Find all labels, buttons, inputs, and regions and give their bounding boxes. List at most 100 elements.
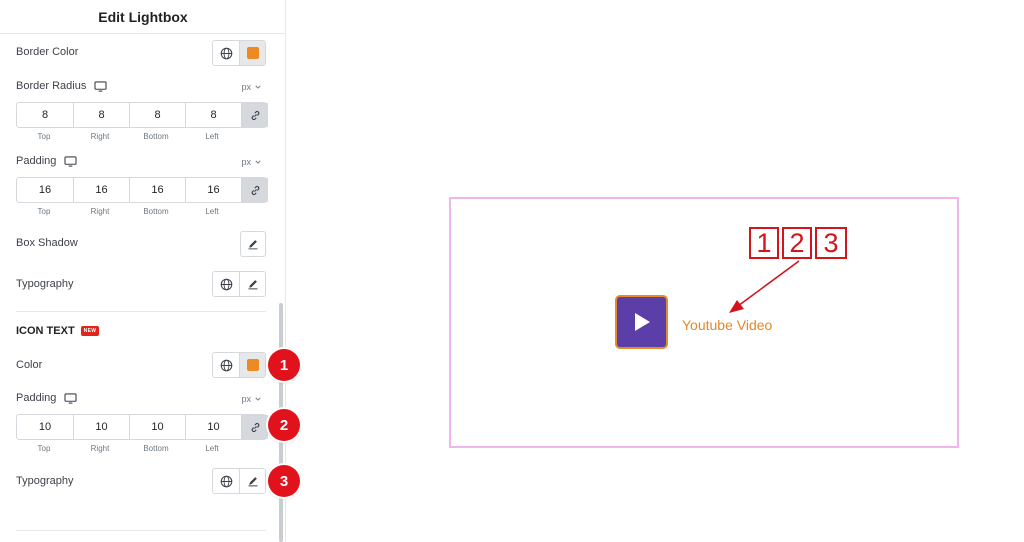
icon-text-typography-edit-button[interactable]: [239, 469, 265, 493]
border-radius-right-input[interactable]: 8: [73, 103, 129, 127]
padding-unit: px: [241, 157, 251, 167]
border-radius-top-input[interactable]: 8: [17, 103, 73, 127]
icon-text-padding-bottom-input[interactable]: 10: [129, 415, 185, 439]
dim-label-top: Top: [37, 444, 51, 453]
border-radius-unit-select[interactable]: px: [241, 82, 261, 92]
icon-text-padding-unit: px: [241, 394, 251, 404]
chevron-down-icon: [255, 160, 261, 164]
padding-label: Padding: [16, 155, 77, 167]
global-typography-button[interactable]: [213, 272, 239, 296]
icon-text-padding-label: Padding: [16, 392, 77, 404]
section-divider: [16, 311, 266, 312]
icon-text-color-label-text: Color: [16, 359, 43, 371]
globe-icon: [220, 475, 232, 487]
icon-text-typography-label: Typography: [16, 475, 73, 487]
link-icon: [251, 422, 259, 432]
dim-label-top: Top: [37, 132, 51, 141]
play-button[interactable]: [615, 295, 668, 349]
typography-edit-button[interactable]: [239, 272, 265, 296]
icon-text-typography-label-text: Typography: [16, 475, 74, 487]
icon-text-color-swatch: [246, 359, 259, 371]
border-radius-unit: px: [241, 82, 251, 92]
border-radius-label-text: Border Radius: [16, 80, 87, 92]
chevron-down-icon: [255, 85, 261, 89]
pencil-icon: [248, 240, 258, 250]
dim-label-right: Right: [90, 207, 110, 216]
icon-text-typography-control: [212, 468, 266, 494]
box-shadow-label-text: Box Shadow: [16, 237, 78, 249]
border-radius-bottom-input[interactable]: 8: [129, 103, 185, 127]
panel-header: Edit Lightbox: [0, 0, 286, 34]
padding-left-input[interactable]: 16: [185, 178, 241, 202]
icon-text-color-control: [212, 352, 266, 378]
border-radius-label: Border Radius: [16, 80, 107, 92]
step-marker-2: 2: [268, 409, 300, 441]
icon-text-padding-label-text: Padding: [16, 392, 57, 404]
padding-label-text: Padding: [16, 155, 57, 167]
typography-control: [212, 271, 266, 297]
padding-top-input[interactable]: 16: [17, 178, 73, 202]
typography-label-text: Typography: [16, 278, 74, 290]
dim-label-bottom: Bottom: [143, 444, 169, 453]
dim-label-left: Left: [205, 444, 219, 453]
step-marker-3: 3: [268, 465, 300, 497]
padding-link-button[interactable]: [241, 178, 268, 202]
globe-icon: [220, 359, 232, 371]
icon-text-padding-left-input[interactable]: 10: [185, 415, 241, 439]
padding-right-input[interactable]: 16: [73, 178, 129, 202]
padding-unit-select[interactable]: px: [241, 157, 261, 167]
border-color-label-text: Border Color: [16, 46, 79, 58]
border-color-picker[interactable]: [239, 41, 265, 65]
globe-icon: [220, 47, 232, 59]
step-marker-1: 1: [268, 349, 300, 381]
link-icon: [251, 110, 259, 120]
icon-text-title: ICON TEXT: [16, 325, 75, 337]
icon-text-section-title[interactable]: ICON TEXT NEW: [16, 325, 100, 337]
border-color-label: Border Color: [16, 46, 78, 58]
dim-label-bottom: Bottom: [143, 132, 169, 141]
border-color-control: [212, 40, 266, 66]
chevron-down-icon: [255, 397, 261, 401]
link-icon: [251, 185, 259, 195]
icon-text-padding-unit-select[interactable]: px: [241, 394, 261, 404]
dim-label-right: Right: [90, 444, 110, 453]
border-color-swatch: [246, 47, 259, 59]
callout-number-3: 3: [815, 227, 847, 259]
border-radius-inputs: 8 8 8 8: [16, 102, 268, 128]
icon-text-color-picker[interactable]: [239, 353, 265, 377]
section-divider-bottom: [16, 530, 266, 531]
dim-label-left: Left: [205, 132, 219, 141]
video-link-text[interactable]: Youtube Video: [682, 317, 772, 333]
typography-label: Typography: [16, 278, 73, 290]
padding-dim-labels: Top Right Bottom Left: [16, 207, 240, 216]
dim-label-bottom: Bottom: [143, 207, 169, 216]
pencil-icon: [248, 477, 257, 487]
icon-text-color-label: Color: [16, 359, 42, 371]
box-shadow-label: Box Shadow: [16, 237, 78, 249]
padding-bottom-input[interactable]: 16: [129, 178, 185, 202]
padding-inputs: 16 16 16 16: [16, 177, 268, 203]
global-typography-button[interactable]: [213, 469, 239, 493]
icon-text-padding-link-button[interactable]: [241, 415, 268, 439]
pencil-icon: [248, 280, 257, 290]
icon-text-padding-dim-labels: Top Right Bottom Left: [16, 444, 240, 453]
callout-number-2: 2: [782, 227, 812, 259]
callout-number-1: 1: [749, 227, 779, 259]
monitor-icon[interactable]: [64, 392, 77, 404]
panel-title: Edit Lightbox: [98, 8, 188, 25]
border-radius-dim-labels: Top Right Bottom Left: [16, 132, 240, 141]
border-radius-left-input[interactable]: 8: [185, 103, 241, 127]
new-badge: NEW: [80, 326, 100, 336]
icon-text-padding-top-input[interactable]: 10: [17, 415, 73, 439]
global-colors-button[interactable]: [213, 353, 239, 377]
globe-icon: [220, 278, 232, 290]
icon-text-padding-right-input[interactable]: 10: [73, 415, 129, 439]
monitor-icon[interactable]: [64, 155, 77, 167]
icon-text-padding-inputs: 10 10 10 10: [16, 414, 268, 440]
box-shadow-edit-button[interactable]: [240, 231, 266, 257]
monitor-icon[interactable]: [94, 80, 107, 92]
edit-panel: Edit Lightbox Border Color Border Radius…: [0, 0, 286, 542]
global-colors-button[interactable]: [213, 41, 239, 65]
dim-label-top: Top: [37, 207, 51, 216]
border-radius-link-button[interactable]: [241, 103, 268, 127]
